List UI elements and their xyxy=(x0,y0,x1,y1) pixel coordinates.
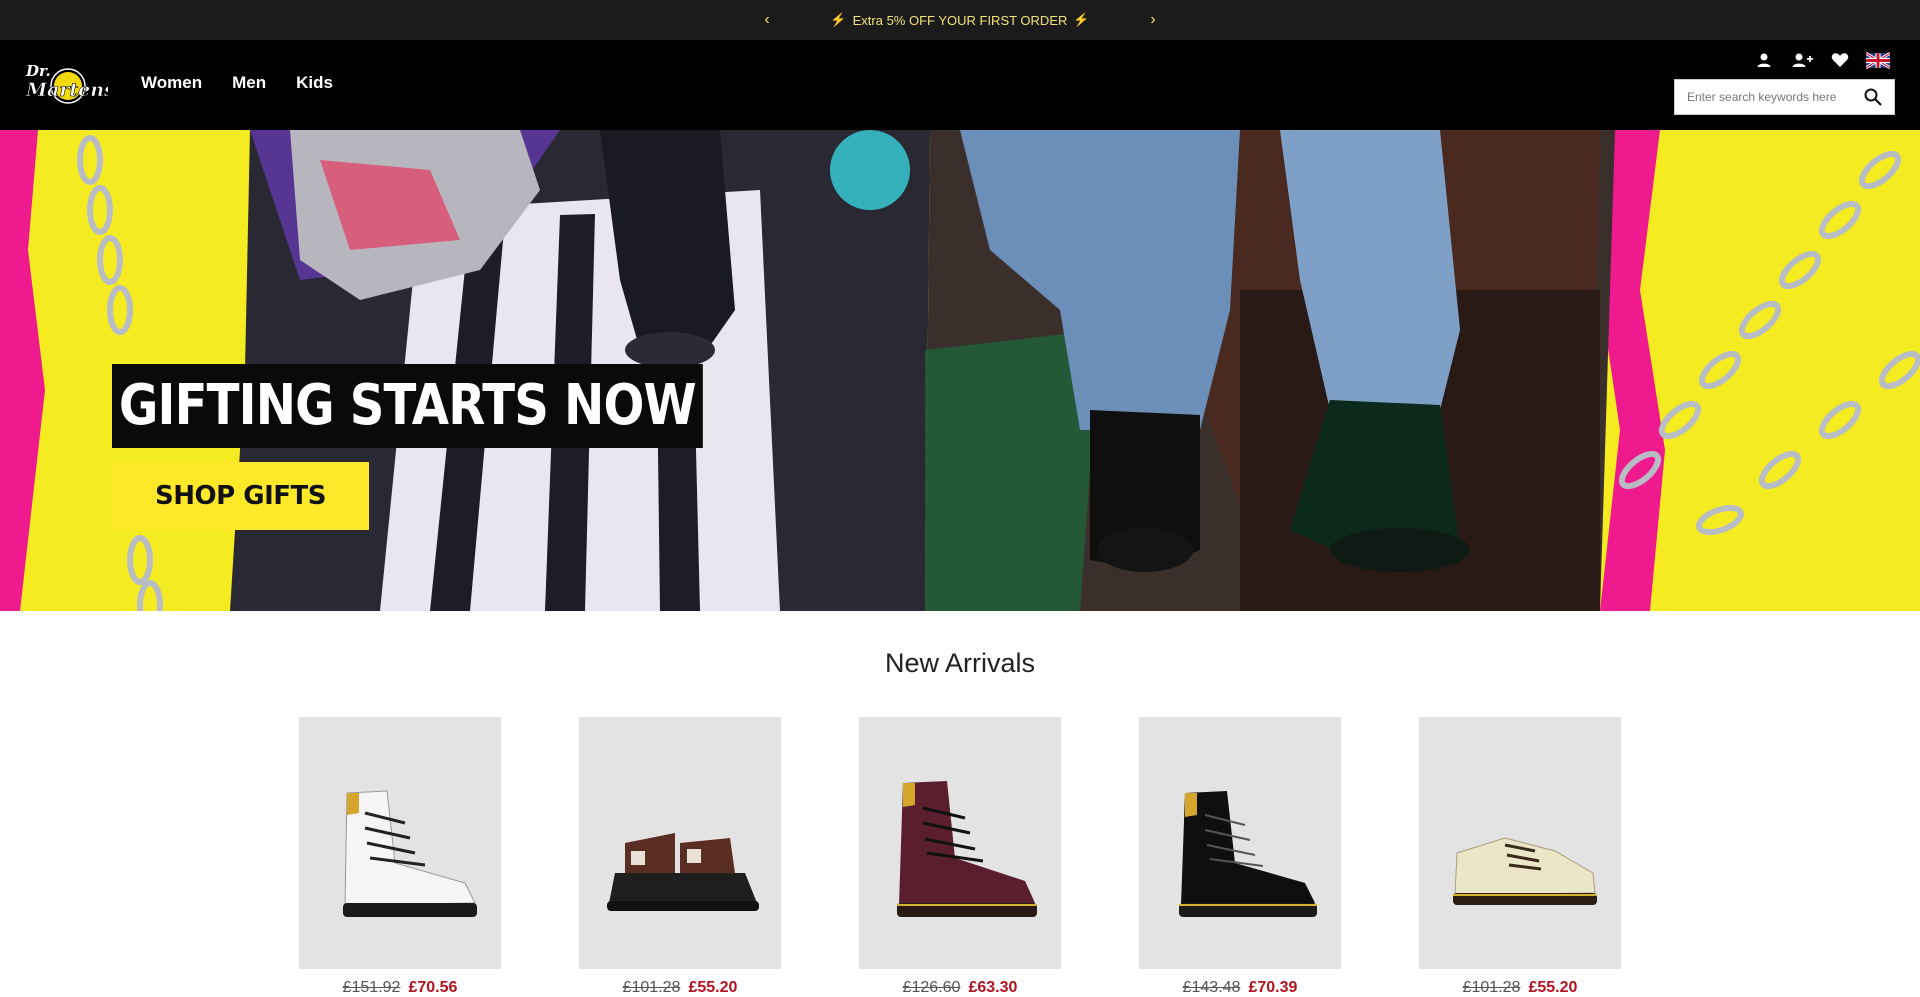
svg-text:Dr.: Dr. xyxy=(25,62,51,80)
product-card[interactable]: £101.28 £55.20 xyxy=(579,717,781,997)
brown-buckle-sandal-image[interactable] xyxy=(579,717,781,969)
uk-flag-icon[interactable] xyxy=(1866,50,1890,70)
site-header: Dr. Martens Women Men Kids xyxy=(0,40,1920,130)
wishlist-heart-icon[interactable] xyxy=(1828,50,1852,70)
shop-gifts-button[interactable]: SHOP GIFTS xyxy=(112,462,369,530)
account-icon[interactable] xyxy=(1752,50,1776,70)
register-icon[interactable] xyxy=(1790,50,1814,70)
announcement-message[interactable]: ⚡ Extra 5% OFF YOUR FIRST ORDER ⚡ xyxy=(830,12,1089,28)
original-price: £151.92 xyxy=(342,979,401,996)
product-card[interactable]: £101.28 £55.20 xyxy=(1419,717,1621,997)
sale-price: £70.56 xyxy=(408,979,458,996)
nav-kids[interactable]: Kids xyxy=(296,73,333,93)
product-price: £151.92 £70.56 xyxy=(299,979,501,997)
nav-men[interactable]: Men xyxy=(232,73,266,93)
sale-price: £55.20 xyxy=(688,979,738,996)
sale-price: £55.20 xyxy=(1528,979,1578,996)
cream-3-eye-shoe-image[interactable] xyxy=(1419,717,1621,969)
product-card[interactable]: £143.48 £70.39 xyxy=(1139,717,1341,997)
search-icon[interactable] xyxy=(1855,80,1891,114)
new-arrivals-title: New Arrivals xyxy=(884,648,1036,678)
search-box xyxy=(1674,79,1895,115)
product-card[interactable]: £126.60 £63.30 xyxy=(859,717,1061,997)
original-price: £101.28 xyxy=(1462,979,1521,996)
sale-price: £63.30 xyxy=(968,979,1018,996)
main-nav: Women Men Kids xyxy=(141,73,333,93)
sale-price: £70.39 xyxy=(1248,979,1298,996)
chevron-left-icon[interactable]: ‹ xyxy=(755,0,779,40)
product-grid: £151.92 £70.56 £101.28 £55.20 £126.60 £6… xyxy=(299,717,1621,997)
cherry-red-8-eye-boot-image[interactable] xyxy=(859,717,1061,969)
announcement-text: Extra 5% OFF YOUR FIRST ORDER xyxy=(852,12,1068,28)
bolt-icon: ⚡ xyxy=(1073,12,1090,27)
announcement-bar: ‹ ⚡ Extra 5% OFF YOUR FIRST ORDER ⚡ › xyxy=(0,0,1920,40)
original-price: £143.48 xyxy=(1182,979,1241,996)
black-8-eye-boot-image[interactable] xyxy=(1139,717,1341,969)
hero-banner[interactable]: GIFTING STARTS NOW SHOP GIFTS xyxy=(0,130,1920,611)
product-price: £143.48 £70.39 xyxy=(1139,979,1341,997)
white-8-eye-boot-image[interactable] xyxy=(299,717,501,969)
search-input[interactable] xyxy=(1675,80,1855,114)
bolt-icon: ⚡ xyxy=(830,12,847,27)
hero-title: GIFTING STARTS NOW xyxy=(112,364,703,448)
utility-icons xyxy=(1752,50,1890,70)
original-price: £101.28 xyxy=(622,979,681,996)
chevron-right-icon[interactable]: › xyxy=(1141,0,1165,40)
product-price: £101.28 £55.20 xyxy=(579,979,781,997)
svg-text:Martens: Martens xyxy=(25,79,108,101)
product-price: £126.60 £63.30 xyxy=(859,979,1061,997)
product-card[interactable]: £151.92 £70.56 xyxy=(299,717,501,997)
dr-martens-logo[interactable]: Dr. Martens xyxy=(24,60,115,110)
original-price: £126.60 xyxy=(902,979,961,996)
nav-women[interactable]: Women xyxy=(141,73,202,93)
product-price: £101.28 £55.20 xyxy=(1419,979,1621,997)
